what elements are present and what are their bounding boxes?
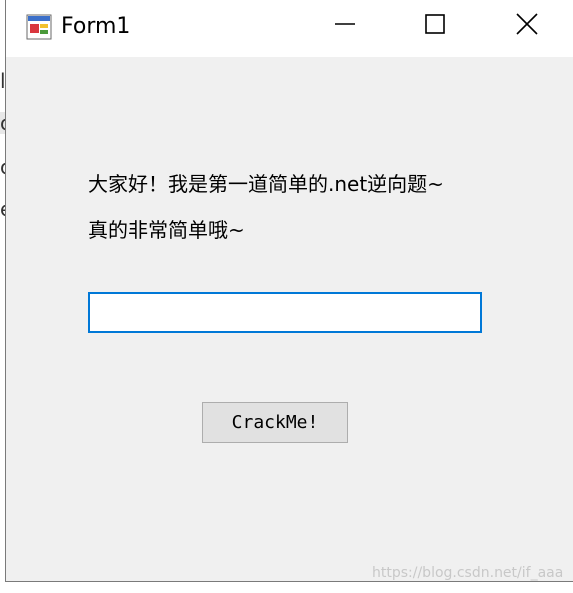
title-bar[interactable]: Form1 bbox=[6, 0, 573, 57]
watermark-text: https://blog.csdn.net/if_aaa bbox=[372, 565, 564, 581]
maximize-icon bbox=[425, 14, 445, 38]
hint-label: 真的非常简单哦~ bbox=[88, 218, 245, 242]
maximize-button[interactable] bbox=[412, 0, 458, 52]
intro-label: 大家好！我是第一道简单的.net逆向题~ bbox=[88, 172, 444, 196]
crackme-button[interactable]: CrackMe! bbox=[202, 402, 348, 443]
minimize-icon bbox=[335, 14, 355, 38]
close-icon bbox=[516, 13, 538, 39]
close-button[interactable] bbox=[504, 0, 550, 52]
key-input[interactable] bbox=[88, 292, 482, 333]
minimize-button[interactable] bbox=[322, 0, 368, 52]
window-title: Form1 bbox=[61, 14, 131, 39]
winforms-app-icon bbox=[26, 14, 52, 40]
form1-window: Form1 大家好！我是第一道简单的.net逆向题~ 真的非常简单哦~ Crac… bbox=[5, 0, 573, 582]
